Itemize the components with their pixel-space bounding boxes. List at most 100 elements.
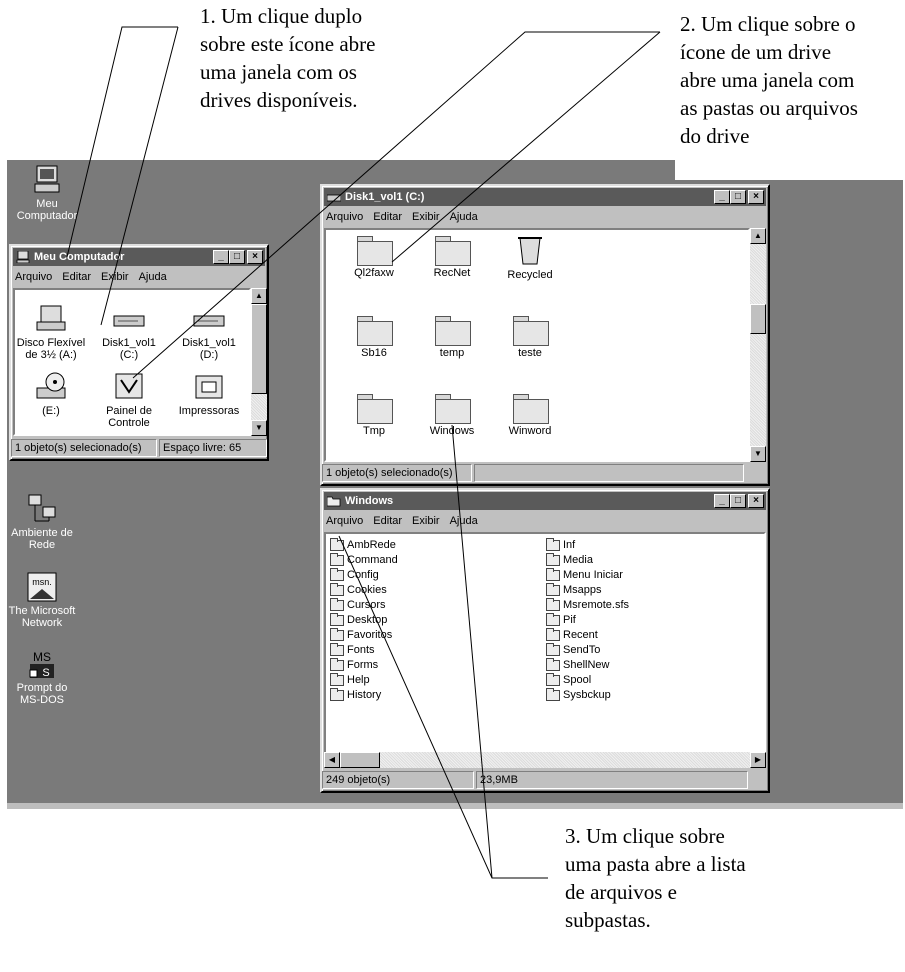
- folder-item[interactable]: Sb16: [334, 316, 414, 359]
- list-item-label: Pif: [563, 614, 576, 626]
- list-item[interactable]: Menu Iniciar: [546, 568, 629, 583]
- minimize-button[interactable]: _: [213, 250, 229, 264]
- maximize-button[interactable]: □: [730, 190, 746, 204]
- list-item[interactable]: Msremote.sfs: [546, 598, 629, 613]
- vertical-scrollbar[interactable]: ▲ ▼: [750, 228, 766, 462]
- list-item[interactable]: Favoritos: [330, 628, 398, 643]
- recycled-item[interactable]: Recycled: [490, 232, 570, 281]
- folder-icon: [330, 613, 344, 626]
- callout-line: abre uma janela com: [680, 68, 855, 92]
- list-item-label: Favoritos: [347, 629, 393, 641]
- list-item[interactable]: Help: [330, 673, 398, 688]
- folder-item[interactable]: Tmp: [334, 394, 414, 437]
- floppy-drive-icon: [36, 305, 66, 331]
- scroll-up-button[interactable]: ▲: [251, 288, 267, 304]
- list-item[interactable]: Config: [330, 568, 398, 583]
- minimize-button[interactable]: _: [714, 190, 730, 204]
- scroll-down-button[interactable]: ▼: [750, 446, 766, 462]
- desktop-icon-msdos[interactable]: MS S Prompt do MS-DOS: [0, 648, 85, 706]
- menu-arquivo[interactable]: Arquivo: [15, 271, 52, 283]
- item-label: Painel de: [106, 405, 152, 417]
- menu-ajuda[interactable]: Ajuda: [450, 211, 478, 223]
- control-panel-item[interactable]: Painel de Controle: [89, 370, 169, 429]
- list-item[interactable]: Msapps: [546, 583, 629, 598]
- scroll-thumb[interactable]: [340, 752, 380, 768]
- desktop-icon-my-computer[interactable]: Meu Computador: [4, 164, 90, 222]
- maximize-button[interactable]: □: [229, 250, 245, 264]
- list-item[interactable]: Command: [330, 553, 398, 568]
- scroll-thumb[interactable]: [251, 304, 267, 394]
- list-item[interactable]: Cursors: [330, 598, 398, 613]
- list-item[interactable]: SendTo: [546, 643, 629, 658]
- window-titlebar[interactable]: Disk1_vol1 (C:) _ □ ×: [324, 188, 766, 206]
- disk-window[interactable]: Disk1_vol1 (C:) _ □ × Arquivo Editar Exi…: [320, 184, 770, 486]
- list-item[interactable]: Fonts: [330, 643, 398, 658]
- menu-exibir[interactable]: Exibir: [412, 211, 440, 223]
- menu-editar[interactable]: Editar: [373, 211, 402, 223]
- list-item[interactable]: Desktop: [330, 613, 398, 628]
- desktop-icon-msn[interactable]: msn. The Microsoft Network: [0, 571, 85, 629]
- list-item-label: SendTo: [563, 644, 601, 656]
- item-label: Recycled: [507, 269, 553, 281]
- menu-ajuda[interactable]: Ajuda: [139, 271, 167, 283]
- vertical-scrollbar[interactable]: ▲ ▼: [251, 288, 267, 436]
- folder-item[interactable]: Winword: [490, 394, 570, 437]
- folder-item[interactable]: teste: [490, 316, 570, 359]
- horizontal-scrollbar[interactable]: ◀ ▶: [324, 752, 766, 768]
- list-item[interactable]: Pif: [546, 613, 629, 628]
- folder-icon: [546, 673, 560, 686]
- item-label: (D:): [199, 349, 219, 361]
- window-titlebar[interactable]: Windows _ □ ×: [324, 492, 766, 510]
- list-item[interactable]: Inf: [546, 538, 629, 553]
- folder-item[interactable]: temp: [412, 316, 492, 359]
- menu-arquivo[interactable]: Arquivo: [326, 515, 363, 527]
- drive-item-e[interactable]: (E:): [15, 370, 91, 417]
- list-item[interactable]: Spool: [546, 673, 629, 688]
- folder-item[interactable]: Ql2faxw: [334, 236, 414, 279]
- list-item[interactable]: AmbRede: [330, 538, 398, 553]
- windows-folder-window[interactable]: Windows _ □ × Arquivo Editar Exibir Ajud…: [320, 488, 770, 793]
- close-button[interactable]: ×: [247, 250, 263, 264]
- folder-item-windows[interactable]: Windows: [412, 394, 492, 437]
- maximize-button[interactable]: □: [730, 494, 746, 508]
- menu-exibir[interactable]: Exibir: [101, 271, 129, 283]
- windows-folder-content: AmbRede Command Config Cookies Cursors D…: [324, 532, 766, 754]
- list-item[interactable]: Sysbckup: [546, 688, 629, 703]
- menu-arquivo[interactable]: Arquivo: [326, 211, 363, 223]
- list-item[interactable]: Media: [546, 553, 629, 568]
- scroll-right-button[interactable]: ▶: [750, 752, 766, 768]
- close-button[interactable]: ×: [748, 190, 764, 204]
- scroll-thumb[interactable]: [750, 304, 766, 334]
- minimize-button[interactable]: _: [714, 494, 730, 508]
- list-item[interactable]: Recent: [546, 628, 629, 643]
- menu-ajuda[interactable]: Ajuda: [450, 515, 478, 527]
- folder-icon: [330, 598, 344, 611]
- list-item[interactable]: Forms: [330, 658, 398, 673]
- folder-icon: [546, 598, 560, 611]
- window-titlebar[interactable]: Meu Computador _ □ ×: [13, 248, 265, 266]
- drive-item-d[interactable]: Disk1_vol1 (D:): [169, 302, 249, 361]
- item-label: Winword: [508, 425, 552, 437]
- printers-item[interactable]: Impressoras: [169, 370, 249, 417]
- folder-item[interactable]: RecNet: [412, 236, 492, 279]
- status-size: [474, 464, 744, 482]
- folder-icon: [330, 583, 344, 596]
- close-button[interactable]: ×: [748, 494, 764, 508]
- scroll-down-button[interactable]: ▼: [251, 420, 267, 436]
- list-item[interactable]: Cookies: [330, 583, 398, 598]
- menu-editar[interactable]: Editar: [373, 515, 402, 527]
- callout-line: ícone de um drive: [680, 40, 832, 64]
- drive-item-floppy[interactable]: Disco Flexível de 3½ (A:): [15, 302, 91, 361]
- drive-item-c[interactable]: Disk1_vol1 (C:): [89, 302, 169, 361]
- menu-editar[interactable]: Editar: [62, 271, 91, 283]
- desktop-icon-label: Rede: [28, 539, 56, 551]
- my-computer-content: Disco Flexível de 3½ (A:) Disk1_vol1 (C:…: [13, 288, 251, 436]
- menu-exibir[interactable]: Exibir: [412, 515, 440, 527]
- list-item[interactable]: History: [330, 688, 398, 703]
- my-computer-window[interactable]: Meu Computador _ □ × Arquivo Editar Exib…: [9, 244, 269, 461]
- callout-line: uma pasta abre a lista: [565, 852, 746, 876]
- list-item[interactable]: ShellNew: [546, 658, 629, 673]
- scroll-up-button[interactable]: ▲: [750, 228, 766, 244]
- desktop-icon-network[interactable]: Ambiente de Rede: [0, 493, 85, 551]
- scroll-left-button[interactable]: ◀: [324, 752, 340, 768]
